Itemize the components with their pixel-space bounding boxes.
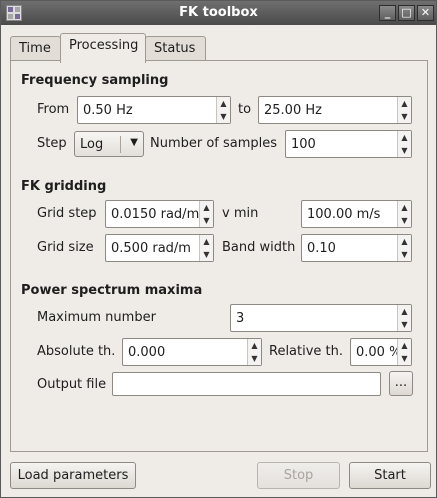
v-min-arrows[interactable]: ▲ ▼: [397, 201, 411, 227]
v-min-label: v min: [222, 206, 259, 221]
number-of-samples-spinbox[interactable]: 100 ▲ ▼: [285, 130, 412, 158]
grid-step-arrows[interactable]: ▲ ▼: [199, 201, 213, 227]
v-min-spinbox[interactable]: 100.00 m/s ▲ ▼: [301, 200, 412, 228]
spin-down-icon[interactable]: ▼: [217, 110, 230, 123]
chevron-down-icon: ▼: [130, 137, 138, 148]
start-button[interactable]: Start: [349, 462, 431, 489]
maximize-button[interactable]: □: [398, 5, 415, 21]
tab-status[interactable]: Status: [145, 36, 206, 62]
window-title: FK toolbox: [179, 5, 258, 20]
spin-down-icon[interactable]: ▼: [200, 214, 213, 227]
grid-size-arrows[interactable]: ▲ ▼: [199, 235, 213, 261]
grid-step-value: 0.0150 rad/m: [111, 207, 200, 222]
to-frequency-value: 25.00 Hz: [264, 103, 322, 118]
v-min-value: 100.00 m/s: [307, 207, 381, 222]
output-file-input[interactable]: [112, 372, 381, 396]
spin-up-icon[interactable]: ▲: [398, 305, 411, 318]
band-width-label: Band width: [222, 240, 296, 255]
number-of-samples-label: Number of samples: [150, 136, 278, 151]
processing-panel: Frequency sampling From 0.50 Hz ▲ ▼ to 2…: [10, 60, 428, 452]
title-bar[interactable]: FK toolbox _ □ ✕: [1, 1, 436, 25]
grid-size-spinbox[interactable]: 0.500 rad/m ▲ ▼: [105, 234, 214, 262]
frequency-sampling-title: Frequency sampling: [21, 73, 169, 88]
stop-button[interactable]: Stop: [257, 462, 340, 489]
maximum-number-arrows[interactable]: ▲ ▼: [397, 305, 411, 331]
number-of-samples-value: 100: [291, 137, 316, 152]
step-label: Step: [37, 136, 67, 151]
from-label: From: [37, 102, 70, 117]
band-width-arrows[interactable]: ▲ ▼: [397, 235, 411, 261]
spin-up-icon[interactable]: ▲: [398, 201, 411, 214]
maximum-number-label: Maximum number: [37, 310, 156, 325]
spin-down-icon[interactable]: ▼: [398, 144, 411, 157]
close-button[interactable]: ✕: [417, 5, 434, 21]
absolute-threshold-spinbox[interactable]: 0.000 ▲ ▼: [122, 338, 262, 366]
absolute-threshold-arrows[interactable]: ▲ ▼: [247, 339, 261, 365]
relative-threshold-spinbox[interactable]: 0.00 % ▲ ▼: [350, 338, 412, 366]
absolute-threshold-value: 0.000: [128, 345, 166, 360]
fk-gridding-title: FK gridding: [21, 179, 107, 194]
spin-down-icon[interactable]: ▼: [200, 248, 213, 261]
spin-up-icon[interactable]: ▲: [248, 339, 261, 352]
load-parameters-button[interactable]: Load parameters: [10, 462, 136, 489]
spin-up-icon[interactable]: ▲: [398, 339, 411, 352]
from-frequency-value: 0.50 Hz: [83, 103, 133, 118]
maximum-number-value: 3: [236, 311, 245, 326]
spin-down-icon[interactable]: ▼: [398, 214, 411, 227]
spin-up-icon[interactable]: ▲: [398, 97, 411, 110]
spin-up-icon[interactable]: ▲: [200, 201, 213, 214]
grid-size-value: 0.500 rad/m: [111, 241, 191, 256]
grid-step-spinbox[interactable]: 0.0150 rad/m ▲ ▼: [105, 200, 214, 228]
minimize-button[interactable]: _: [379, 5, 396, 21]
relative-threshold-label: Relative th.: [269, 344, 344, 359]
absolute-threshold-label: Absolute th.: [37, 344, 116, 359]
spin-down-icon[interactable]: ▼: [398, 352, 411, 365]
step-value: Log: [80, 137, 104, 152]
spin-up-icon[interactable]: ▲: [217, 97, 230, 110]
to-frequency-spinbox[interactable]: 25.00 Hz ▲ ▼: [258, 96, 412, 124]
spin-up-icon[interactable]: ▲: [398, 131, 411, 144]
relative-threshold-arrows[interactable]: ▲ ▼: [397, 339, 411, 365]
spin-up-icon[interactable]: ▲: [200, 235, 213, 248]
spin-down-icon[interactable]: ▼: [398, 110, 411, 123]
spin-down-icon[interactable]: ▼: [398, 318, 411, 331]
combo-separator: [120, 136, 121, 153]
to-label: to: [238, 102, 252, 117]
band-width-spinbox[interactable]: 0.10 ▲ ▼: [301, 234, 412, 262]
maximum-number-spinbox[interactable]: 3 ▲ ▼: [230, 304, 412, 332]
spin-down-icon[interactable]: ▼: [398, 248, 411, 261]
output-file-label: Output file: [37, 377, 107, 392]
tab-processing[interactable]: Processing: [60, 33, 146, 63]
number-of-samples-arrows[interactable]: ▲ ▼: [397, 131, 411, 157]
spin-down-icon[interactable]: ▼: [248, 352, 261, 365]
grid-size-label: Grid size: [37, 240, 94, 255]
from-frequency-arrows[interactable]: ▲ ▼: [216, 97, 230, 123]
spin-up-icon[interactable]: ▲: [398, 235, 411, 248]
step-combobox[interactable]: Log ▼: [74, 131, 144, 157]
grid-step-label: Grid step: [37, 206, 97, 221]
browse-output-file-button[interactable]: ...: [389, 371, 413, 396]
tab-time[interactable]: Time: [10, 36, 61, 62]
relative-threshold-value: 0.00 %: [356, 345, 402, 360]
from-frequency-spinbox[interactable]: 0.50 Hz ▲ ▼: [77, 96, 231, 124]
band-width-value: 0.10: [307, 241, 336, 256]
power-spectrum-maxima-title: Power spectrum maxima: [21, 283, 203, 298]
fk-toolbox-window: FK toolbox _ □ ✕ Time Processing Status …: [0, 0, 437, 498]
to-frequency-arrows[interactable]: ▲ ▼: [397, 97, 411, 123]
